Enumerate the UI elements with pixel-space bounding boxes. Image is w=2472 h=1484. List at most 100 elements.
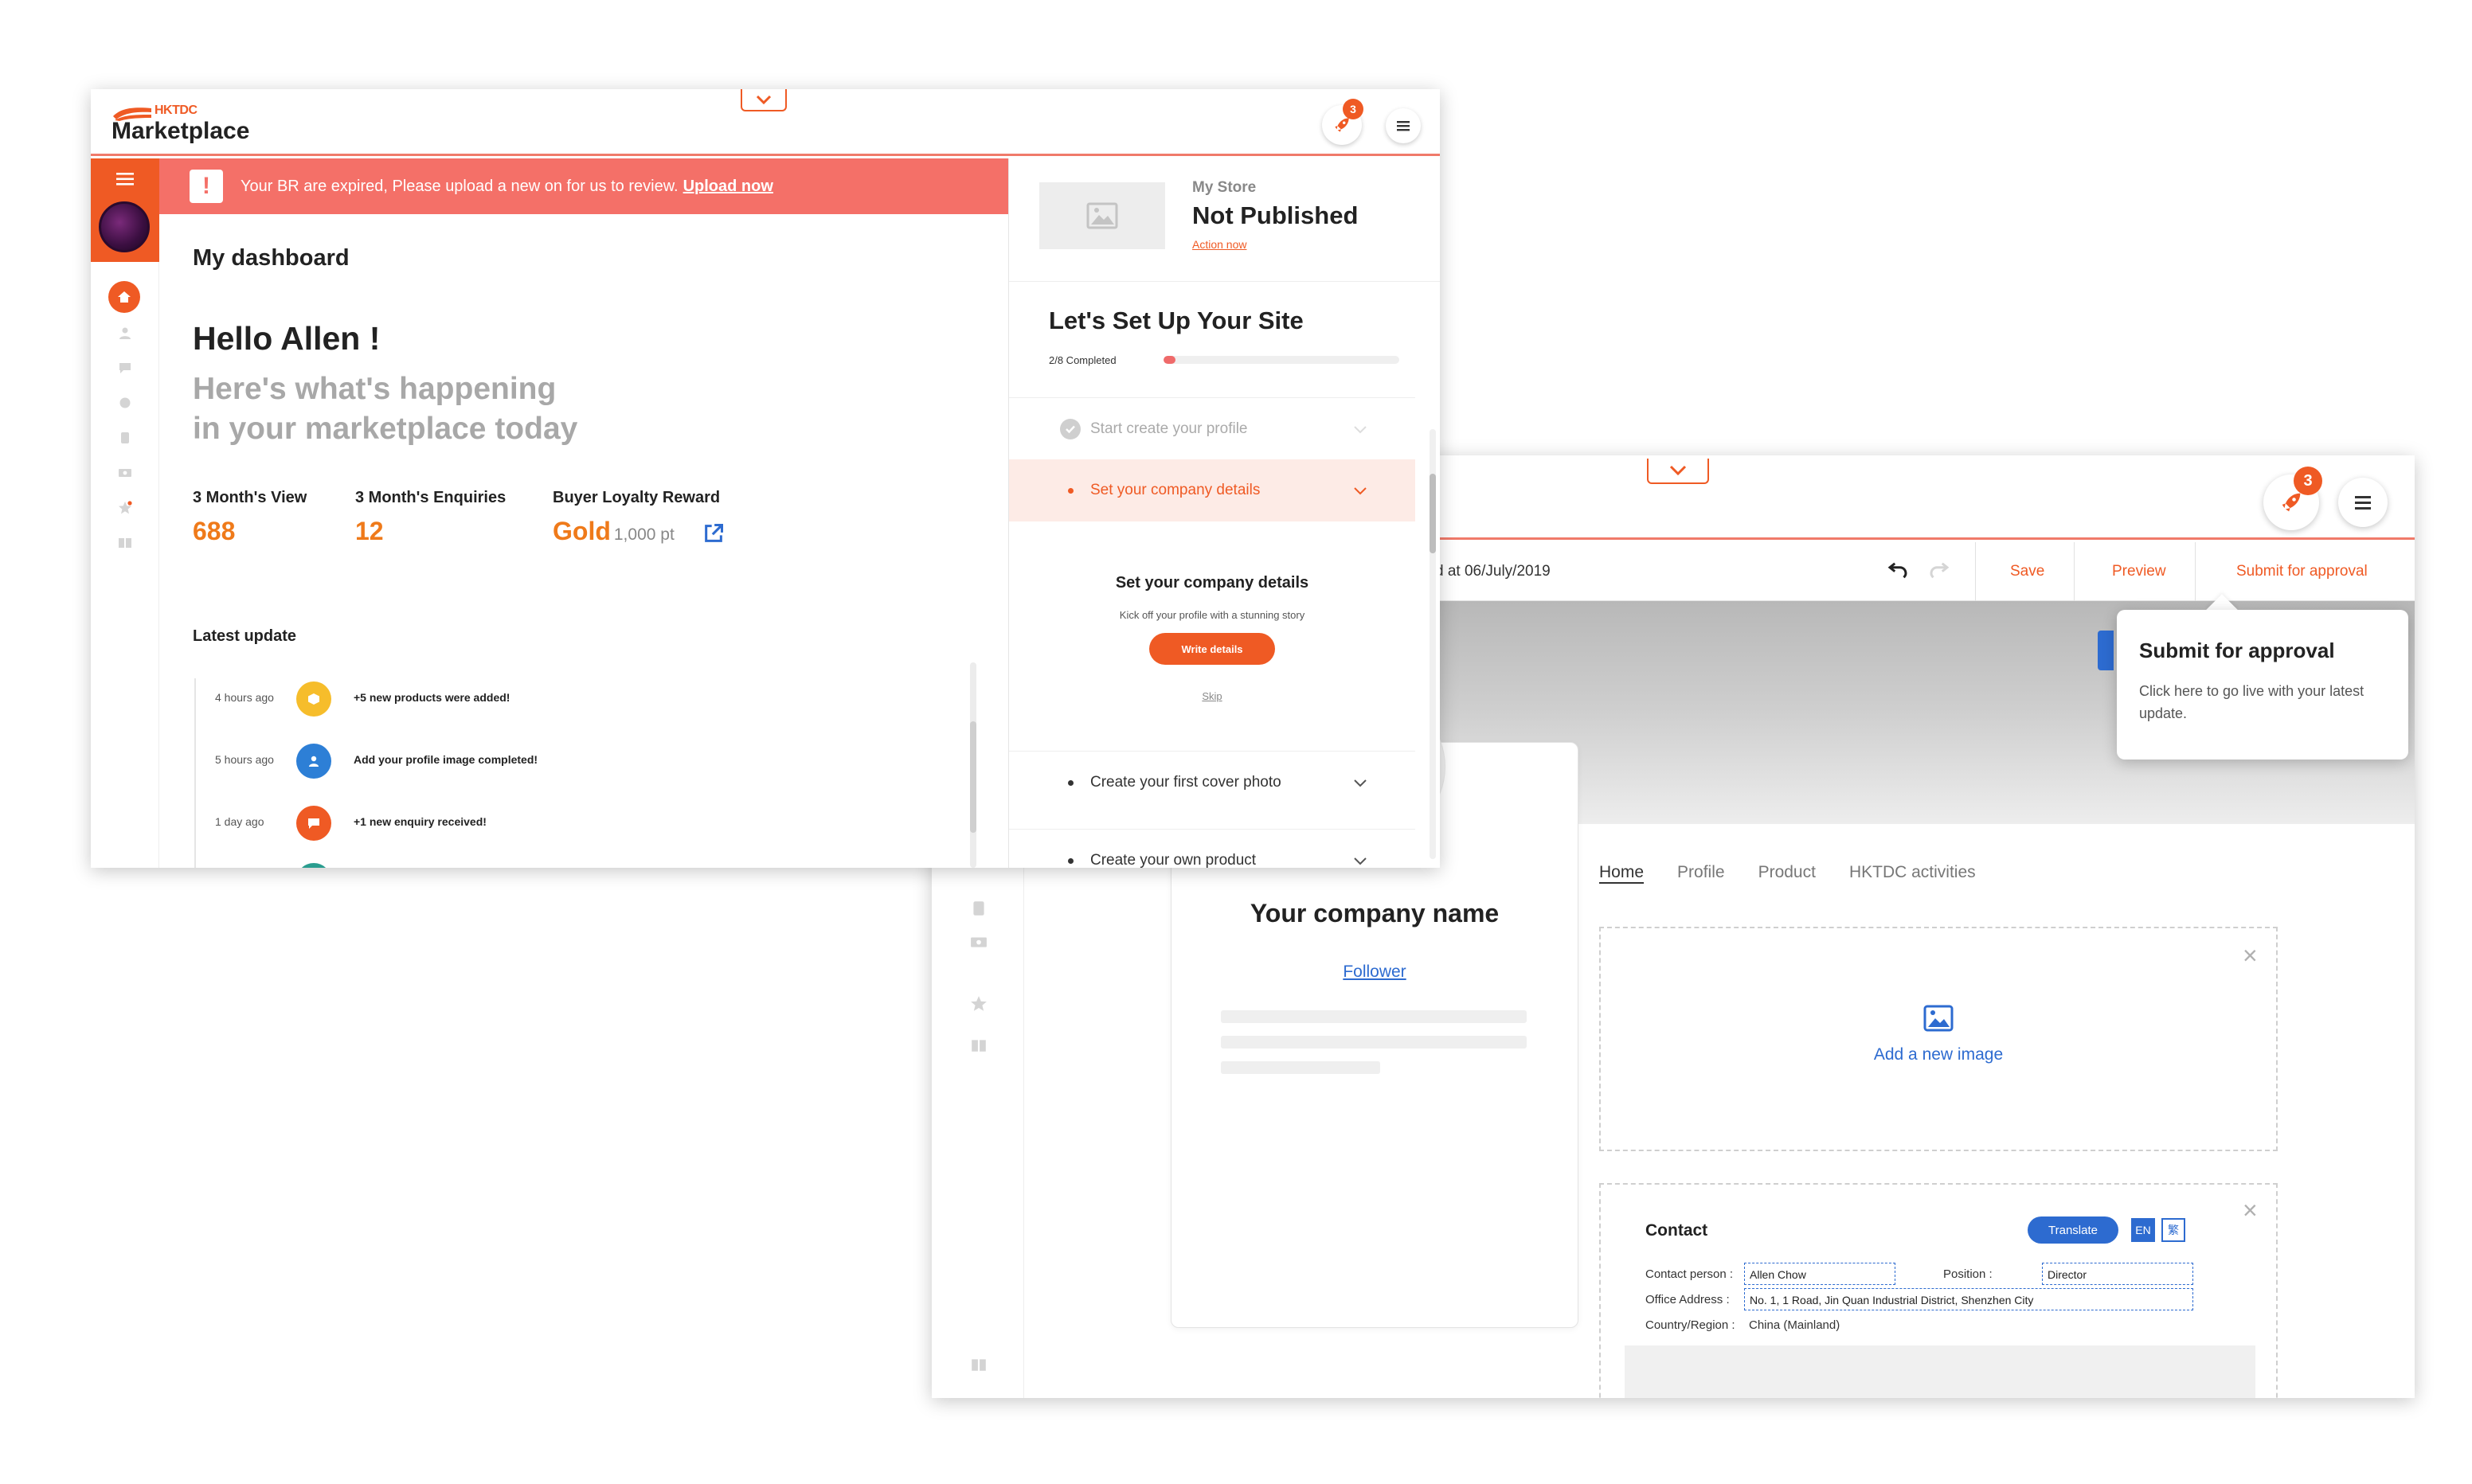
book-icon[interactable] xyxy=(970,1356,988,1373)
tooltip-body: Click here to go live with your latest u… xyxy=(2139,683,2364,721)
setup-title: Let's Set Up Your Site xyxy=(1049,307,1304,334)
feed-item[interactable]: 1 day ago +1 new enquiry received! xyxy=(194,804,975,844)
upload-now-link[interactable]: Upload now xyxy=(683,178,773,195)
step-detail-panel: Set your company details Kick off your p… xyxy=(1009,521,1415,751)
write-details-button[interactable]: Write details xyxy=(1149,633,1275,665)
nav-profile[interactable]: Profile xyxy=(1677,863,1725,882)
loyalty-points: 1,000 pt xyxy=(613,525,675,544)
book-icon[interactable] xyxy=(118,536,132,550)
enquiry-icon xyxy=(296,806,331,841)
company-name[interactable]: Your company name xyxy=(1171,899,1578,928)
setup-scrollbar[interactable] xyxy=(1430,429,1436,859)
position-field[interactable]: Director xyxy=(2042,1263,2193,1285)
collapse-toggle[interactable] xyxy=(1647,459,1709,484)
subtitle-line: Here's what's happening xyxy=(193,372,557,406)
close-icon[interactable]: × xyxy=(2243,1197,2258,1223)
translate-button[interactable]: Translate xyxy=(2028,1216,2118,1244)
stat-label: Buyer Loyalty Reward xyxy=(553,489,721,506)
store-nav: Home Profile Product HKTDC activities xyxy=(1599,863,1976,882)
undo-icon[interactable] xyxy=(1886,556,1910,580)
star-icon[interactable] xyxy=(118,501,132,515)
feed-item[interactable]: 4 hours ago +5 new products were added! xyxy=(194,680,975,720)
country-value[interactable]: China (Mainland) xyxy=(1749,1318,1840,1332)
contact-person-field[interactable]: Allen Chow xyxy=(1744,1263,1895,1285)
add-image-label[interactable]: Add a new image xyxy=(1601,1045,2276,1064)
tooltip-title: Submit for approval xyxy=(2139,639,2335,662)
notification-badge: 3 xyxy=(1343,99,1363,119)
money-icon[interactable] xyxy=(118,466,132,480)
step-bullet xyxy=(1068,858,1074,864)
contact-section: × Contact Translate EN 繁 Contact person … xyxy=(1599,1183,2278,1398)
stat-views: 3 Month's View 688 xyxy=(193,489,307,546)
collapse-toggle[interactable] xyxy=(741,89,787,111)
contact-title: Contact xyxy=(1645,1221,1708,1240)
action-now-link[interactable]: Action now xyxy=(1192,238,1246,251)
feed-time: 1 day ago xyxy=(215,815,264,828)
nav-hktdc-activities[interactable]: HKTDC activities xyxy=(1849,863,1976,882)
nav-product[interactable]: Product xyxy=(1758,863,1816,882)
alert-text: Your BR are expired, Please upload a new… xyxy=(241,178,773,196)
submit-for-approval-button[interactable]: Submit for approval xyxy=(2236,563,2368,580)
document-icon[interactable] xyxy=(118,431,132,445)
save-button[interactable]: Save xyxy=(2010,563,2044,580)
feed-item[interactable] xyxy=(194,861,975,868)
store-label: My Store xyxy=(1192,179,1257,196)
preview-button[interactable]: Preview xyxy=(2112,563,2166,580)
setup-step[interactable]: Start create your profile xyxy=(1009,397,1415,459)
last-saved-text: d at 06/July/2019 xyxy=(1435,563,1551,580)
star-icon[interactable] xyxy=(970,995,988,1013)
contact-person-label: Contact person : xyxy=(1645,1267,1734,1281)
add-image-area[interactable]: Add a new image xyxy=(1601,1005,2276,1064)
feed-item[interactable]: 5 hours ago Add your profile image compl… xyxy=(194,742,975,782)
scrollbar-thumb[interactable] xyxy=(970,721,976,833)
setup-progress-bar xyxy=(1164,356,1399,364)
banner-edit-tab[interactable] xyxy=(2098,631,2114,670)
logo-marketplace[interactable]: Marketplace xyxy=(111,118,249,145)
chevron-down-icon xyxy=(1354,779,1367,787)
text-placeholder xyxy=(1221,1036,1527,1049)
setup-step[interactable]: Create your own product xyxy=(1009,829,1415,868)
toolbar-divider xyxy=(1975,542,1976,601)
setup-step-active[interactable]: Set your company details xyxy=(1009,459,1415,521)
br-expired-alert: ! Your BR are expired, Please upload a n… xyxy=(159,158,1008,214)
language-zh-button[interactable]: 繁 xyxy=(2161,1218,2185,1242)
language-en-button[interactable]: EN xyxy=(2131,1218,2155,1242)
country-label: Country/Region : xyxy=(1645,1318,1735,1332)
external-link-icon[interactable] xyxy=(702,522,725,545)
product-icon xyxy=(296,681,331,717)
redo-icon[interactable] xyxy=(1927,556,1951,580)
box-icon[interactable] xyxy=(118,396,132,410)
skip-link[interactable]: Skip xyxy=(1009,690,1415,702)
user-avatar[interactable] xyxy=(99,201,150,252)
dashboard-top-bar: HKTDC Marketplace 3 xyxy=(91,89,1440,156)
close-icon[interactable]: × xyxy=(2243,943,2258,968)
follower-link[interactable]: Follower xyxy=(1171,963,1578,982)
money-icon[interactable] xyxy=(970,933,988,951)
chevron-down-icon xyxy=(1354,857,1367,865)
document-icon[interactable] xyxy=(970,900,988,917)
divider xyxy=(1009,281,1440,282)
page-title: My dashboard xyxy=(193,245,350,271)
store-thumbnail[interactable] xyxy=(1039,182,1165,249)
user-icon[interactable] xyxy=(118,326,132,340)
setup-step[interactable]: Create your first cover photo xyxy=(1009,751,1415,813)
chat-icon[interactable] xyxy=(118,361,132,375)
checkmark-icon xyxy=(1066,425,1075,434)
scrollbar-thumb[interactable] xyxy=(1430,474,1436,553)
step-bullet xyxy=(1068,780,1074,786)
feed-time: 4 hours ago xyxy=(215,691,274,704)
menu-button[interactable] xyxy=(1386,108,1421,143)
hamburger-icon[interactable] xyxy=(113,170,137,189)
position-label: Position : xyxy=(1943,1267,1993,1281)
dashboard-window: HKTDC Marketplace 3 ! Your BR are expire… xyxy=(91,89,1440,868)
book-icon[interactable] xyxy=(970,1037,988,1054)
sidebar-item-home[interactable] xyxy=(108,281,140,313)
feed-scrollbar[interactable] xyxy=(970,662,976,868)
nav-home[interactable]: Home xyxy=(1599,863,1644,882)
store-status: Not Published xyxy=(1192,201,1359,229)
map-placeholder xyxy=(1625,1345,2255,1398)
stat-enquiries: 3 Month's Enquiries 12 xyxy=(355,489,506,546)
add-image-section[interactable]: × Add a new image xyxy=(1599,927,2278,1151)
office-address-field[interactable]: No. 1, 1 Road, Jin Quan Industrial Distr… xyxy=(1744,1288,2193,1310)
menu-button[interactable] xyxy=(2338,478,2388,527)
